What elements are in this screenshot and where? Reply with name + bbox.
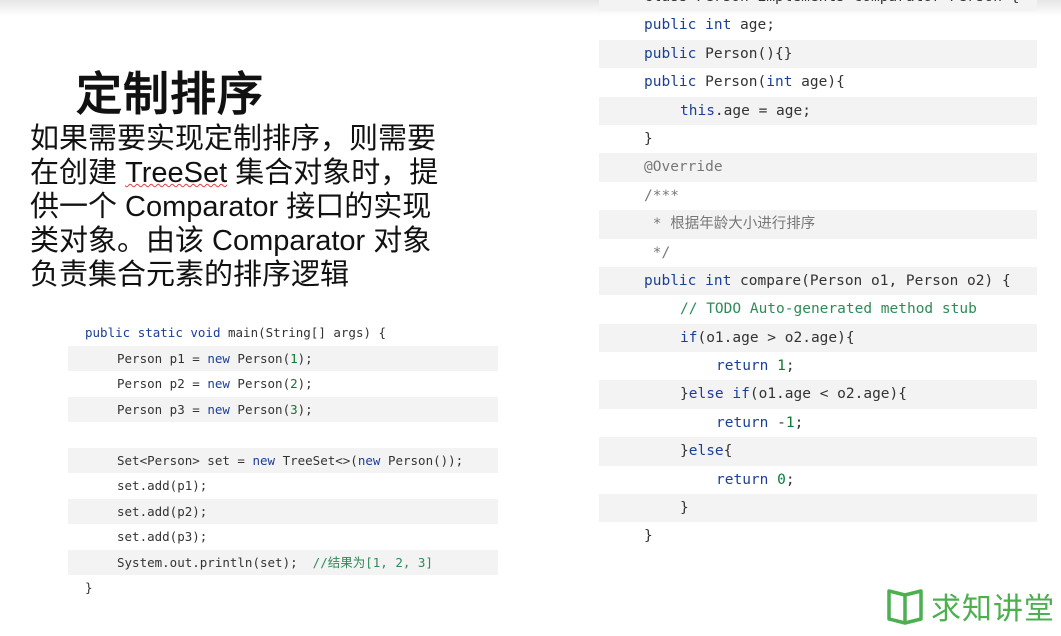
code-line: /*** <box>644 187 679 204</box>
person-class-code-block: class Person implements Comparator<Perso… <box>599 0 1037 551</box>
slide-description: 如果需要实现定制排序，则需要 在创建 TreeSet 集合对象时，提 供一个 C… <box>30 122 500 292</box>
code-line: Person p2 = new Person(2); <box>117 376 313 391</box>
desc-treeset-word: TreeSet <box>125 157 228 189</box>
main-method-code-block: public static void main(String[] args) {… <box>68 320 498 601</box>
desc-line-2b: 集合对象时，提 <box>227 157 439 189</box>
code-line: public static void main(String[] args) { <box>85 325 387 340</box>
code-line: * 根据年龄大小进行排序 <box>599 210 1037 239</box>
desc-line-4: 类对象。由该 Comparator 对象 <box>30 225 432 257</box>
brand-name: 求知讲堂 <box>931 592 1055 627</box>
code-line: } <box>599 494 1037 523</box>
code-line: class Person implements Comparator<Perso… <box>599 0 1037 12</box>
desc-line-1: 如果需要实现定制排序，则需要 <box>30 123 437 155</box>
code-line: Person p3 = new Person(3); <box>68 396 498 422</box>
code-line: // TODO Auto-generated method stub <box>680 301 977 318</box>
code-line: set.add(p1); <box>117 478 208 493</box>
code-line: public int compare(Person o1, Person o2)… <box>599 266 1037 296</box>
desc-line-3: 供一个 Comparator 接口的实现 <box>30 191 432 223</box>
code-line: }else if(o1.age < o2.age){ <box>599 380 1037 409</box>
desc-line-2a: 在创建 <box>30 157 126 189</box>
code-line: if(o1.age > o2.age){ <box>599 323 1037 353</box>
code-line: return 0; <box>716 471 795 488</box>
code-line: } <box>644 528 653 545</box>
open-book-icon <box>887 589 923 625</box>
slide-title: 定制排序 <box>76 67 264 121</box>
code-line: }else{ <box>599 437 1037 466</box>
code-line: return 1; <box>716 358 795 375</box>
code-line: Person p1 = new Person(1); <box>68 345 498 371</box>
desc-line-5: 负责集合元素的排序逻辑 <box>30 259 350 291</box>
code-line: public int age; <box>644 17 775 34</box>
code-line: set.add(p2); <box>68 498 498 524</box>
code-line: } <box>85 580 93 595</box>
code-line: */ <box>644 244 671 261</box>
brand-logo: 求知讲堂 <box>885 584 1055 628</box>
code-line: return -1; <box>716 414 804 431</box>
code-line: System.out.println(set); //结果为[1, 2, 3] <box>68 549 498 575</box>
code-line: @Override <box>599 153 1037 182</box>
code-line: Set<Person> set = new TreeSet<>(new Pers… <box>68 447 498 473</box>
code-line: set.add(p3); <box>117 529 208 544</box>
code-line: this.age = age; <box>599 96 1037 125</box>
code-line: public Person(int age){ <box>644 74 845 91</box>
code-line: } <box>644 130 653 147</box>
code-line: public Person(){} <box>599 39 1037 69</box>
